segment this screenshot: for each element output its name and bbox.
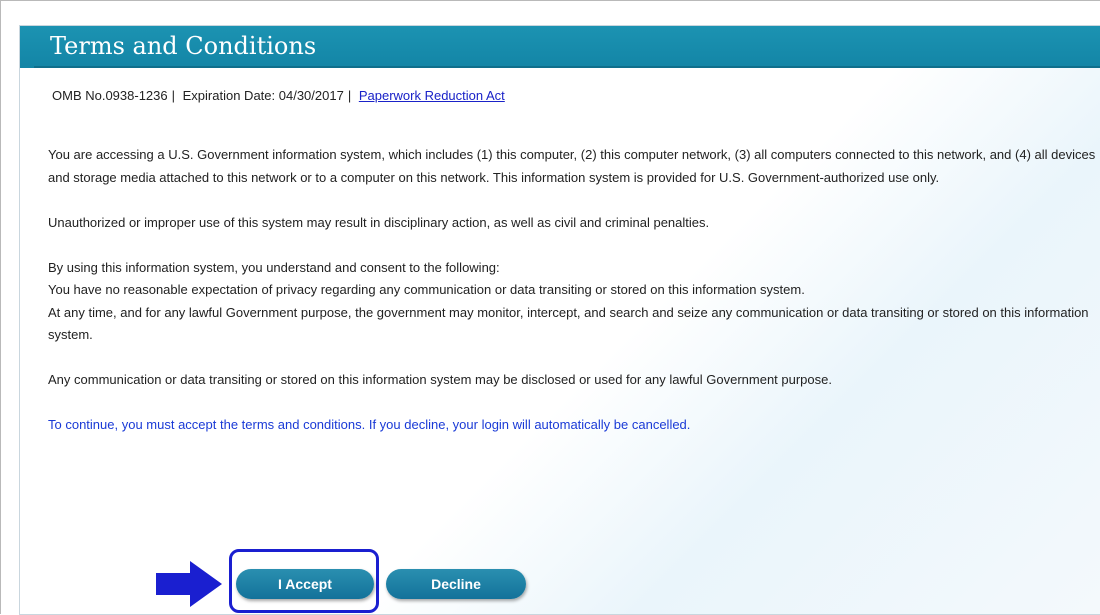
omb-separator-2: | [347,88,352,103]
title-divider [34,66,1100,68]
continue-notice: To continue, you must accept the terms a… [48,417,691,432]
terms-paragraph-access: You are accessing a U.S. Government info… [48,147,1096,185]
expiration-date: Expiration Date: 04/30/2017 [182,88,344,103]
terms-disclosure: Any communication or data transiting or … [48,372,832,387]
decline-button[interactable]: Decline [386,569,526,599]
arrow-right-icon [156,561,222,607]
page-title: Terms and Conditions [50,32,317,60]
terms-monitoring: At any time, and for any lawful Governme… [48,304,1089,343]
terms-paragraph-penalties: Unauthorized or improper use of this sys… [48,214,710,230]
omb-separator: | [171,88,176,103]
omb-info: OMB No.0938-1236 | Expiration Date: 04/30… [52,88,505,103]
terms-consent-intro: By using this information system, you un… [48,259,500,275]
accept-button[interactable]: I Accept [236,569,374,599]
terms-privacy: You have no reasonable expectation of pr… [48,282,805,297]
page-frame: Terms and Conditions OMB No.0938-1236 | E… [0,0,1100,615]
omb-number: OMB No.0938-1236 [52,88,168,103]
paperwork-reduction-act-link[interactable]: Paperwork Reduction Act [359,88,505,103]
terms-body: You are accessing a U.S. Government info… [48,144,1098,459]
terms-panel: Terms and Conditions OMB No.0938-1236 | E… [19,25,1100,615]
title-bar: Terms and Conditions [20,26,1100,68]
